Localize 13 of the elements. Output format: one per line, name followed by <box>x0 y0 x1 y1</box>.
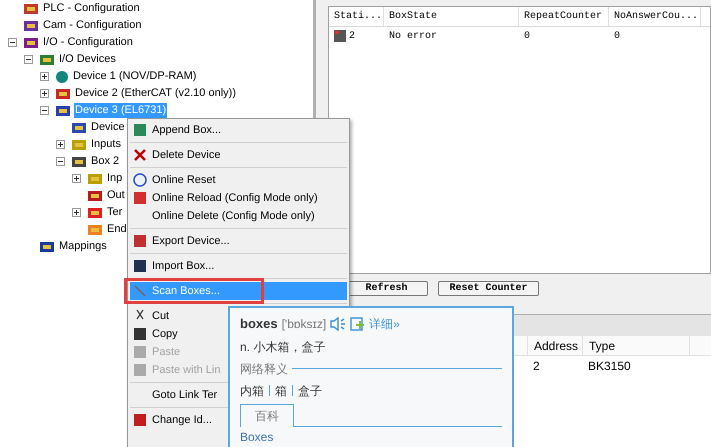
dictionary-word: boxes <box>240 315 278 333</box>
web-term: 盒子 <box>298 382 322 400</box>
table-cell-text: 2 <box>349 30 356 44</box>
phonetic-text: ['bɒksɪz] <box>282 316 326 333</box>
definition-text: n. 小木箱，盒子 <box>240 338 326 356</box>
section-heading: 网络释义 <box>240 360 288 378</box>
table-cell-text: BK3150 <box>587 358 632 375</box>
table-cell-text: 0 <box>524 30 530 44</box>
web-term: 内箱 <box>240 382 264 400</box>
table-cell-text: 2 <box>532 358 541 375</box>
web-term: 箱 <box>275 382 287 400</box>
table-cell-text: No error <box>389 30 438 44</box>
table-cell-text: 0 <box>614 30 620 44</box>
